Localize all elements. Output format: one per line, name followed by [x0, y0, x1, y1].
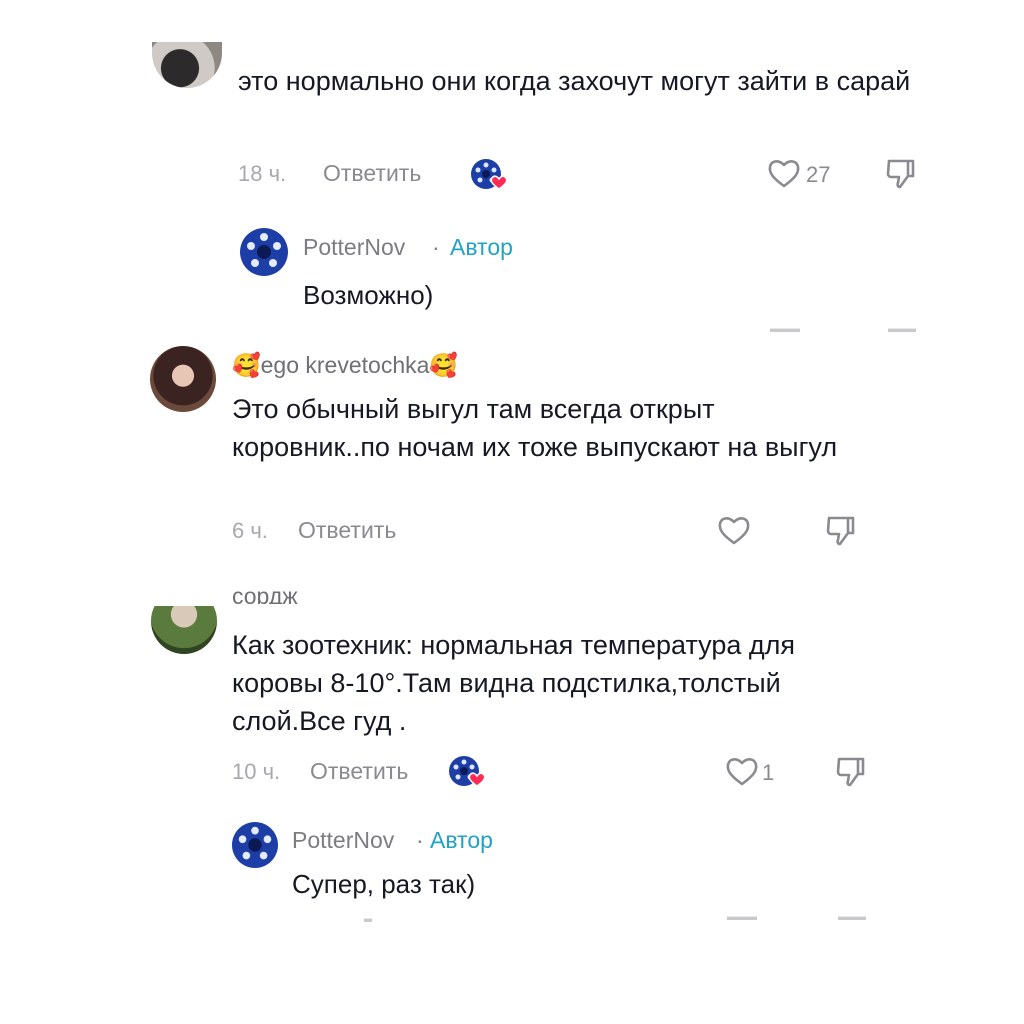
comment-username[interactable]: 🥰ego krevetochka🥰 [232, 352, 458, 379]
thumbs-down-icon[interactable] [826, 515, 856, 547]
comment-time: 10 ч. [232, 759, 281, 784]
comment-time: 6 ч. [232, 518, 268, 543]
creator-liked-badge-icon [470, 158, 510, 192]
heart-outline-icon[interactable] [717, 514, 751, 546]
like-count: 1 [762, 760, 775, 785]
thumbs-down-icon[interactable] [836, 756, 866, 788]
cropped-row [770, 326, 800, 332]
avatar[interactable] [151, 606, 217, 654]
thumbs-down-icon[interactable] [886, 158, 916, 190]
creator-liked-badge-icon [448, 755, 488, 789]
comment-text: это нормально они когда захочут могут за… [238, 66, 911, 96]
avatar[interactable] [152, 42, 222, 88]
author-badge: Автор [450, 234, 513, 260]
avatar[interactable] [232, 822, 278, 868]
cropped-row [364, 916, 372, 922]
reply-button[interactable]: Ответить [298, 517, 396, 544]
heart-outline-icon[interactable] [767, 157, 801, 189]
reply-button[interactable]: Ответить [323, 160, 421, 187]
reply-button[interactable]: Ответить [310, 758, 408, 785]
cropped-row [727, 914, 757, 920]
avatar[interactable] [150, 346, 216, 412]
cropped-row [888, 326, 916, 332]
cropped-row [838, 914, 866, 920]
heart-outline-icon[interactable] [725, 755, 759, 787]
comment-text: Как зоотехник: нормальная температура дл… [232, 630, 796, 736]
separator: · [432, 234, 440, 260]
reply-text: Супер, раз так) [292, 869, 476, 899]
comment-text: Это обычный выгул там всегда открыт коро… [232, 394, 838, 462]
author-badge: Автор [430, 827, 493, 853]
reply-username[interactable]: PotterNov [292, 827, 394, 854]
comment-time: 18 ч. [238, 161, 287, 186]
like-count: 27 [806, 162, 831, 187]
avatar[interactable] [240, 228, 288, 276]
comment-username-partial[interactable]: сордж [232, 590, 298, 604]
reply-text: Возможно) [303, 280, 434, 310]
reply-username[interactable]: PotterNov [303, 234, 405, 261]
separator: · [416, 827, 424, 853]
